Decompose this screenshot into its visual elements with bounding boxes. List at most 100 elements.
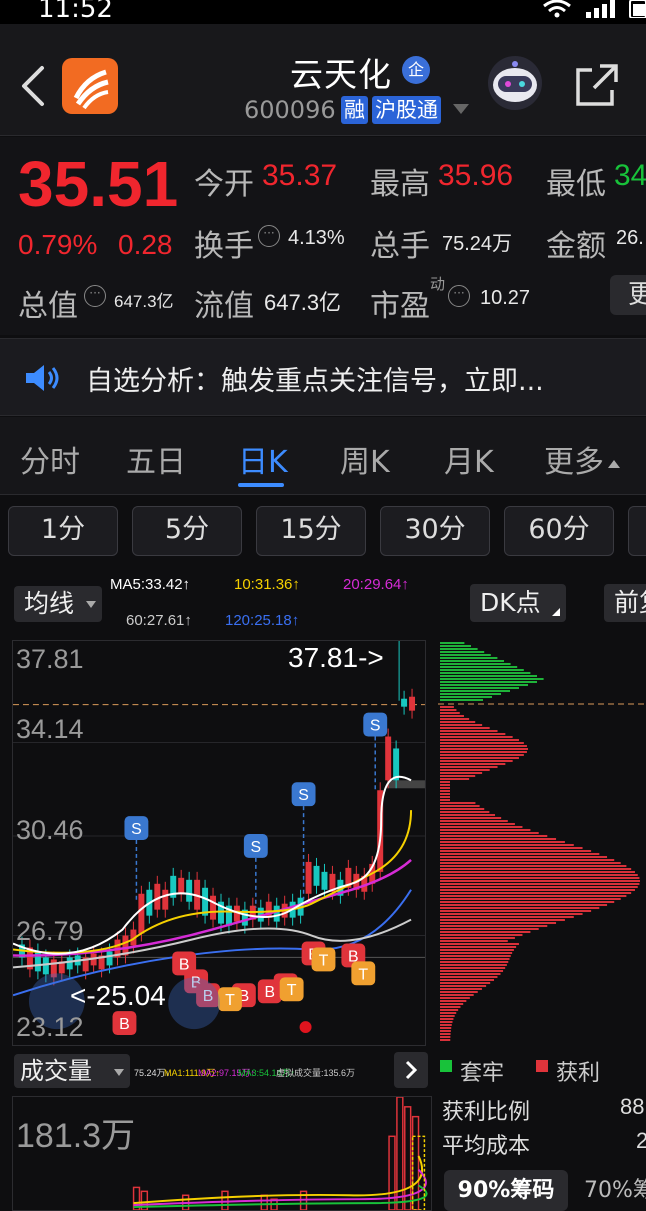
low-annotation: <-25.04 [70,980,166,1011]
profit-legend-swatch [536,1060,548,1072]
status-bar: 11:52 [0,0,646,24]
chip-bar-profit [440,814,496,816]
tab-weekly-k[interactable]: 周K [340,437,390,481]
trapped-legend-label: 套牢 [460,1061,505,1086]
float-label: 流值 [194,289,254,324]
period-60min[interactable]: 60分 [504,506,614,556]
corner-triangle-icon [552,608,560,616]
ma-selector[interactable]: 均线 [14,586,102,622]
ma60-value: 60:27.61↑ [126,612,192,629]
candle-body [385,736,392,781]
chip-bar-profit [440,781,450,783]
period-15min[interactable]: 15分 [256,506,366,556]
y-label-max: 37.81 [16,644,84,674]
chip-bar-profit [440,910,592,912]
chip-bar-profit [440,706,454,708]
expand-button[interactable] [394,1052,428,1088]
chip-bar-trapped [440,654,491,656]
mktcap-info-icon[interactable]: ··· [84,285,106,307]
chip-bar-trapped [440,660,504,662]
chip-bar-profit [440,754,524,756]
chip-bar-profit [440,835,548,837]
tab-five-day[interactable]: 五日 [126,437,186,481]
pe-info-icon[interactable]: ··· [448,285,470,307]
chip-bar-profit [440,1030,451,1032]
chip-bar-profit [440,868,632,870]
dk-point-button[interactable]: DK点 [470,584,566,622]
adjust-button[interactable]: 前复 [604,584,646,622]
chip-bar-trapped [440,669,524,671]
tab-daily-k[interactable]: 日K [238,437,288,481]
chip-bar-trapped [440,699,483,701]
chip-bar-profit [440,916,574,918]
share-icon[interactable] [574,62,620,108]
volume-bar [411,1115,420,1210]
chip-bar-profit [440,751,527,753]
chip-bar-profit [440,805,480,807]
period-more[interactable] [628,506,646,556]
candle-body [42,957,49,975]
chip-bar-profit [440,913,583,915]
chip-bar-trapped [440,693,501,695]
signal-marker-letter: S [251,839,262,856]
y-label-2: 34.14 [16,714,84,744]
chip-bar-profit [440,1006,461,1008]
notice-text: 自选分析：触发重点关注信号，立即... [86,366,544,397]
chip-bar-profit [440,739,519,741]
chip-bar-trapped [440,675,537,677]
tab-intraday[interactable]: 分时 [20,437,80,481]
candle-body [106,951,113,966]
turnover-label: 换手 [194,229,254,264]
back-arrow-icon[interactable] [18,64,48,108]
speaker-icon [26,365,59,391]
chip-bar-profit [440,964,507,966]
change-amount: 0.28 [118,229,173,260]
chip-tab-90[interactable]: 90%筹码 [444,1170,568,1211]
volume-label: 总手 [370,229,430,264]
ma-legend-row: 均线 MA5:33.42↑ 10:31.36↑ 20:29.64↑ 60:27.… [0,570,646,640]
chip-bar-profit [440,1003,464,1005]
chip-bar-profit [440,727,490,729]
tab-more[interactable]: 更多 [544,437,620,481]
chip-bar-profit [440,790,450,792]
chip-bar-profit [440,721,476,723]
chip-bar-trapped [440,681,537,683]
analysis-notice[interactable]: 自选分析：触发重点关注信号，立即... [0,338,646,416]
chip-bar-profit [440,850,592,852]
chip-bar-profit [440,799,450,801]
more-quote-button[interactable]: 更 [610,275,646,315]
signal-marker-letter: S [370,718,381,735]
chip-tab-70[interactable]: 70%筹 [584,1172,646,1204]
pe-value: 10.27 [480,287,531,309]
chip-bar-trapped [440,657,498,659]
chip-bar-profit [440,820,508,822]
volume-value: 75.24万 [442,233,513,255]
chip-bar-profit [440,1027,452,1029]
chip-bar-profit [440,979,494,981]
chip-bar-profit [440,928,539,930]
chip-bar-profit [440,736,513,738]
tab-monthly-k[interactable]: 月K [444,437,494,481]
chip-bar-profit [440,808,485,810]
turnover-info-icon[interactable]: ··· [258,225,280,247]
chip-bar-profit [440,760,513,762]
profit-legend-label: 获利 [556,1061,601,1086]
assistant-robot-icon[interactable] [486,54,544,112]
last-price: 35.51 [18,148,179,220]
chip-bar-profit [440,901,615,903]
chip-bar-profit [440,1000,467,1002]
event-dot [299,1021,312,1034]
volume-selector[interactable]: 成交量 [14,1054,130,1088]
pe-dynamic-sup: 动 [430,276,446,293]
period-30min[interactable]: 30分 [380,506,490,556]
chip-bar-profit [440,823,515,825]
volume-bar [260,1194,268,1210]
chip-bar-profit [440,880,640,882]
period-5min[interactable]: 5分 [132,506,242,556]
period-1min[interactable]: 1分 [8,506,118,556]
tag-dropdown-icon[interactable] [453,104,469,114]
chip-bar-profit [440,856,608,858]
wifi-icon [543,0,571,18]
chip-distribution-chart[interactable] [432,640,646,1046]
chip-bar-profit [440,1018,454,1020]
